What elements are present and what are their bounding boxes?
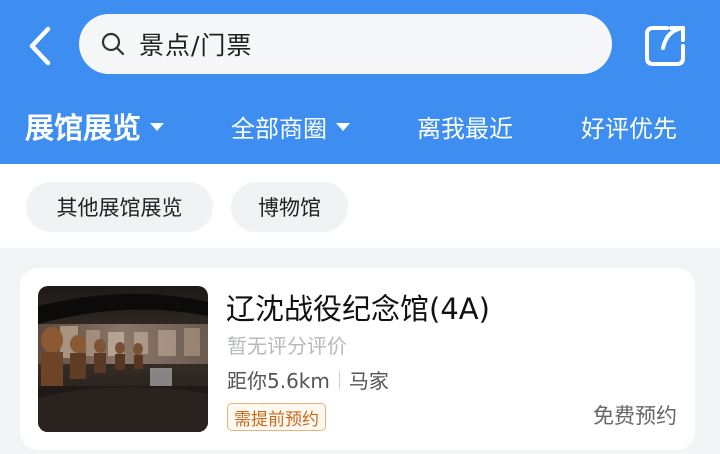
rating-text: 暂无评分评价 bbox=[227, 334, 347, 358]
price-label[interactable]: 免费预约 bbox=[593, 400, 677, 430]
filter-top-rated[interactable]: 好评优先 bbox=[581, 92, 677, 160]
search-icon bbox=[99, 30, 127, 58]
filter-bar: 展馆展览 全部商圈 离我最近 好评优先 bbox=[0, 92, 720, 160]
chip-other-exhibitions[interactable]: 其他展馆展览 bbox=[26, 182, 213, 232]
reservation-tag: 需提前预约 bbox=[227, 403, 326, 431]
app-root: 景点/门票 展馆展览 全部商圈 离我最近 好评优先 其他展馆展览 博物馆 辽沈战… bbox=[0, 0, 720, 454]
filter-area-label: 全部商圈 bbox=[231, 114, 327, 143]
caret-down-icon bbox=[150, 123, 165, 131]
venue-thumbnail[interactable] bbox=[38, 286, 208, 432]
filter-category-label: 展馆展览 bbox=[25, 111, 142, 145]
header: 景点/门票 展馆展览 全部商圈 离我最近 好评优先 bbox=[0, 0, 720, 164]
filter-nearest[interactable]: 离我最近 bbox=[417, 92, 513, 160]
divider bbox=[338, 370, 340, 389]
filter-category-dropdown[interactable]: 展馆展览 bbox=[25, 92, 165, 160]
venue-meta: 距你5.6km 马家 bbox=[227, 365, 389, 394]
back-button[interactable] bbox=[16, 20, 64, 72]
caret-down-icon bbox=[336, 123, 350, 131]
chip-label: 博物馆 bbox=[258, 196, 321, 220]
share-button[interactable] bbox=[638, 20, 692, 72]
filter-nearest-label: 离我最近 bbox=[417, 114, 513, 143]
search-input-value: 景点/门票 bbox=[139, 31, 253, 60]
filter-top-rated-label: 好评优先 bbox=[581, 114, 677, 143]
chip-label: 其他展馆展览 bbox=[56, 196, 183, 220]
filter-area-dropdown[interactable]: 全部商圈 bbox=[231, 92, 350, 160]
subcategory-chips: 其他展馆展览 博物馆 bbox=[0, 164, 720, 248]
exhibition-hall-image bbox=[38, 286, 208, 432]
venue-title[interactable]: 辽沈战役纪念馆(4A) bbox=[226, 286, 490, 328]
chevron-left-icon bbox=[29, 26, 51, 66]
distance-text: 距你5.6km bbox=[227, 369, 330, 393]
chip-museum[interactable]: 博物馆 bbox=[231, 182, 348, 232]
area-text: 马家 bbox=[348, 369, 389, 393]
result-card[interactable]: 辽沈战役纪念馆(4A) 暂无评分评价 距你5.6km 马家 需提前预约 免费预约 bbox=[20, 268, 695, 450]
search-input[interactable]: 景点/门票 bbox=[79, 14, 612, 74]
share-icon bbox=[645, 26, 685, 66]
